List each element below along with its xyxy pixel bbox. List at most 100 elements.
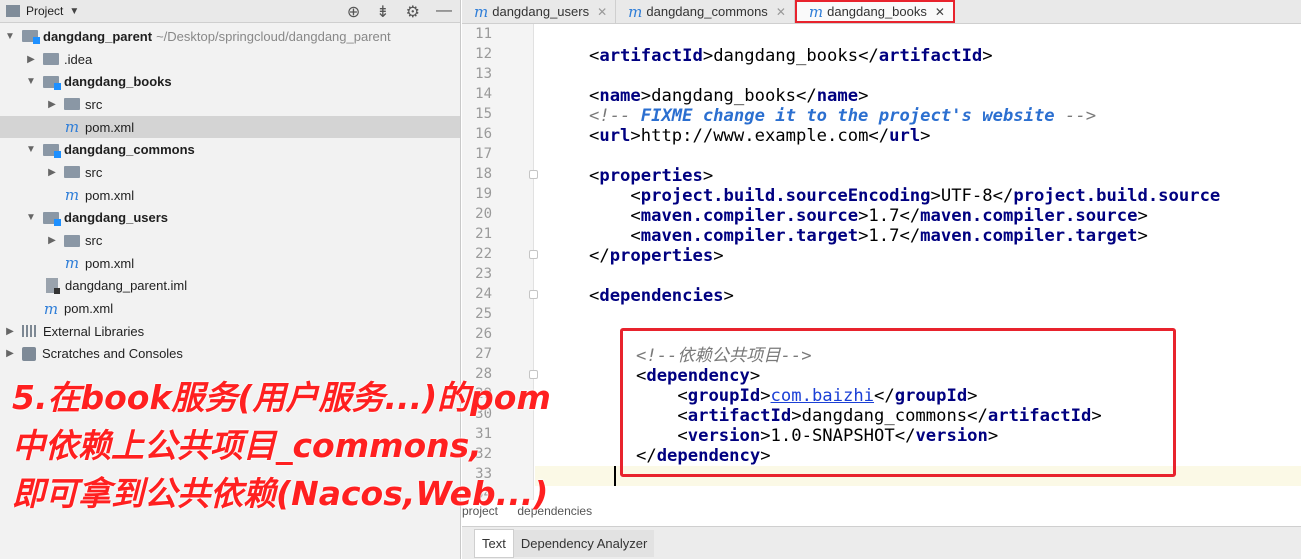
tree-item-label: dangdang_parent.iml [65,278,188,294]
code-line-21: <maven.compiler.target>1.7</maven.compil… [589,226,1148,246]
xml-tag: artifactId [878,46,983,66]
folder-icon [43,53,59,66]
tab-dangdang-books[interactable]: m dangdang_books ✕ [794,0,955,23]
module-folder-icon [22,30,40,45]
line-number: 12 [475,46,492,62]
editor-bottom-tabs: Text Dependency Analyzer [462,526,1301,559]
xml-tag: project.build.source [1013,186,1221,206]
tree-item-users-pom[interactable]: m pom.xml [0,252,460,275]
maven-icon: m [808,2,824,21]
tree-item-label: Scratches and Consoles [42,346,183,362]
tree-item-commons-src[interactable]: ▶ src [0,161,460,184]
chevron-down-icon[interactable]: ▼ [25,212,37,223]
maven-icon: m [43,299,59,318]
chevron-right-icon[interactable]: ▶ [4,348,16,359]
gear-icon[interactable]: ⚙ [406,2,420,22]
line-number: 23 [475,266,492,282]
module-folder-icon [43,143,61,158]
tree-item-books-pom[interactable]: m pom.xml [0,115,460,139]
maven-icon: m [474,2,489,21]
xml-value: http://www.example.com [640,126,869,146]
xml-tag: maven.compiler.target [920,226,1138,246]
tree-item-books-src[interactable]: ▶ src [0,93,460,116]
line-number: 16 [475,126,492,142]
chevron-right-icon[interactable]: ▶ [46,235,58,246]
tree-item-dangdang-users[interactable]: ▼ dangdang_users [0,207,460,230]
project-view-selector[interactable]: Project [26,4,63,18]
chevron-right-icon[interactable]: ▶ [46,99,58,110]
folder-icon [64,98,80,111]
code-line-19: <project.build.sourceEncoding>UTF-8</pro… [589,186,1221,206]
line-number: 26 [475,326,492,342]
line-number: 20 [475,206,492,222]
annotation-line: 5.在book服务(用户服务...)的pom [12,378,551,417]
editor-tabs: m dangdang_users ✕ m dangdang_commons ✕ … [462,0,1301,24]
code-editor[interactable]: <artifactId>dangdang_books</artifactId> … [535,24,1301,500]
scratches-icon [22,346,36,361]
tree-item-label: src [85,164,103,180]
line-number: 25 [475,306,492,322]
chevron-down-icon[interactable]: ▼ [4,31,16,42]
tab-text[interactable]: Text [474,528,514,558]
target-icon[interactable]: ⊕ [347,2,360,22]
tree-item-parent-iml[interactable]: dangdang_parent.iml [0,275,460,298]
project-tree: ▼ dangdang_parent ~/Desktop/springcloud/… [0,25,460,365]
chevron-down-icon[interactable]: ▼ [25,76,37,87]
xml-tag: maven.compiler.target [640,226,859,246]
editor-pane: m dangdang_users ✕ m dangdang_commons ✕ … [462,0,1301,559]
close-icon[interactable]: ✕ [935,5,945,19]
tree-item-label: src [85,96,103,112]
close-icon[interactable]: ✕ [597,5,607,19]
tree-item-idea[interactable]: ▶ .idea [0,48,460,71]
code-line-18: <properties> [589,166,714,186]
tree-item-users-src[interactable]: ▶ src [0,229,460,252]
code-line-24: <dependencies> [589,286,734,306]
annotation-line: 即可拿到公共依赖(Nacos,Web...) [12,474,549,513]
tab-label: dangdang_commons [646,4,768,19]
tree-item-label: pom.xml [85,187,135,203]
chevron-right-icon[interactable]: ▶ [4,326,16,337]
line-number: 13 [475,66,492,82]
tree-item-parent-pom[interactable]: m pom.xml [0,297,460,320]
tree-item-label: External Libraries [43,323,145,339]
chevron-right-icon[interactable]: ▶ [25,54,37,65]
tab-dependency-analyzer[interactable]: Dependency Analyzer [513,529,655,557]
code-line-14: <name>dangdang_books</name> [589,86,869,106]
close-icon[interactable]: ✕ [776,5,786,19]
line-number: 17 [475,146,492,162]
tree-item-external-libraries[interactable]: ▶ External Libraries [0,320,460,343]
xml-value: 1.7 [868,226,900,246]
tree-item-label: pom.xml [85,119,135,135]
tree-item-dangdang-parent[interactable]: ▼ dangdang_parent ~/Desktop/springcloud/… [0,25,460,48]
xml-tag: properties [599,166,703,186]
tree-item-scratches[interactable]: ▶ Scratches and Consoles [0,343,460,366]
tree-item-label: pom.xml [85,255,135,271]
tree-item-dangdang-commons[interactable]: ▼ dangdang_commons [0,138,460,161]
tab-dangdang-users[interactable]: m dangdang_users ✕ [462,0,617,23]
xml-tag: dependencies [599,286,724,306]
maven-icon: m [64,254,80,273]
fixme-comment: FIXME change it to the project's website [640,106,1055,126]
collapse-icon[interactable]: ⇟ [376,2,389,22]
xml-tag: maven.compiler.source [920,206,1138,226]
maven-icon: m [64,118,80,137]
xml-tag: properties [609,246,714,266]
hide-icon[interactable]: — [436,2,452,22]
annotation-text: 5.在book服务(用户服务...)的pom 中依赖上公共项目_commons,… [12,374,551,518]
tab-dangdang-commons[interactable]: m dangdang_commons ✕ [616,0,795,23]
tree-item-label: dangdang_commons [64,142,195,158]
chevron-down-icon[interactable]: ▼ [69,6,79,17]
tree-item-label: dangdang_parent [43,28,153,44]
chevron-down-icon[interactable]: ▼ [25,144,37,155]
text-cursor [614,466,616,486]
xml-value: dangdang_books [651,86,796,106]
chevron-right-icon[interactable]: ▶ [46,167,58,178]
xml-tag: url [889,126,921,146]
xml-value: UTF-8 [940,186,993,206]
tab-label: dangdang_users [492,4,590,19]
module-folder-icon [43,75,61,90]
tree-item-commons-pom[interactable]: m pom.xml [0,184,460,207]
line-number: 19 [475,186,492,202]
project-toolbar: Project ▼ ⊕ ⇟ ⚙ — [0,0,460,23]
tree-item-dangdang-books[interactable]: ▼ dangdang_books [0,70,460,93]
